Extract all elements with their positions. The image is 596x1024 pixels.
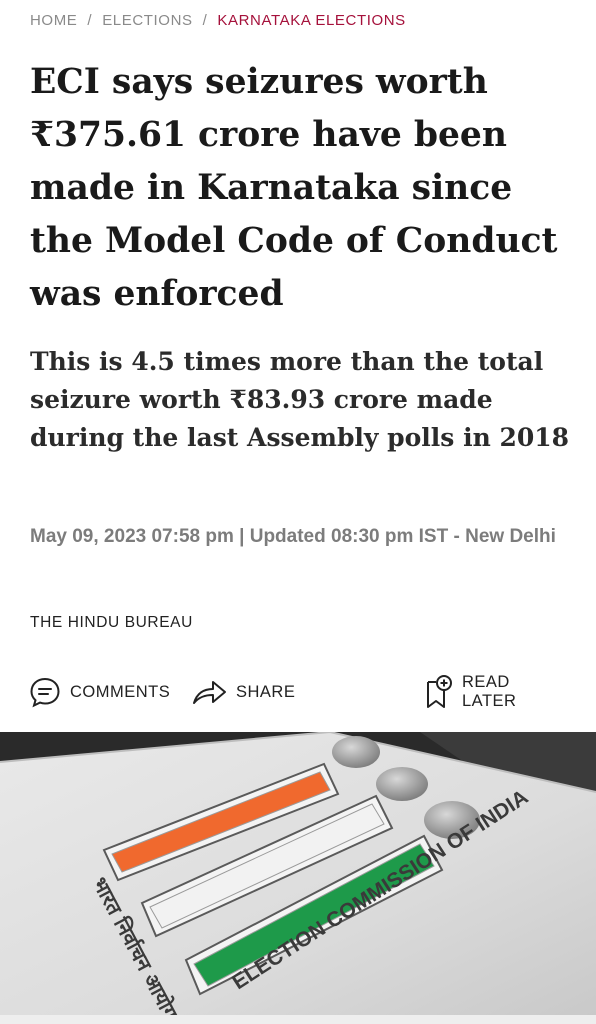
article-hero-image[interactable]: ELECTION COMMISSION OF INDIA भारत निर्वा… [0,732,596,1015]
comments-label: COMMENTS [70,682,171,701]
share-arrow-icon [190,677,228,707]
article-dateline: May 09, 2023 07:58 pm | Updated 08:30 pm… [30,526,556,547]
article-subtitle: This is 4.5 times more than the total se… [30,347,570,452]
share-button[interactable]: SHARE [190,672,295,712]
breadcrumb: HOME / ELECTIONS / KARNATAKA ELECTIONS [30,8,406,32]
article-title: ECI says seizures worth ₹375.61 crore ha… [30,62,558,314]
comments-button[interactable]: COMMENTS [28,672,170,712]
comment-bubble-icon [28,675,62,709]
share-label: SHARE [236,682,296,701]
breadcrumb-home[interactable]: HOME [30,12,77,29]
bookmark-plus-icon [424,674,454,710]
read-later-label: READ LATER [462,673,517,710]
read-later-button[interactable]: READ LATER [424,672,568,712]
bottom-divider [0,1015,596,1024]
article-byline[interactable]: THE HINDU BUREAU [30,614,193,632]
breadcrumb-separator: / [202,11,208,29]
breadcrumb-elections[interactable]: ELECTIONS [102,12,192,29]
election-commission-sign-graphic: ELECTION COMMISSION OF INDIA भारत निर्वा… [0,732,596,1015]
breadcrumb-karnataka-elections[interactable]: KARNATAKA ELECTIONS [217,12,405,29]
article-actions: COMMENTS SHARE READ LATER [28,672,568,712]
breadcrumb-separator: / [87,11,93,29]
